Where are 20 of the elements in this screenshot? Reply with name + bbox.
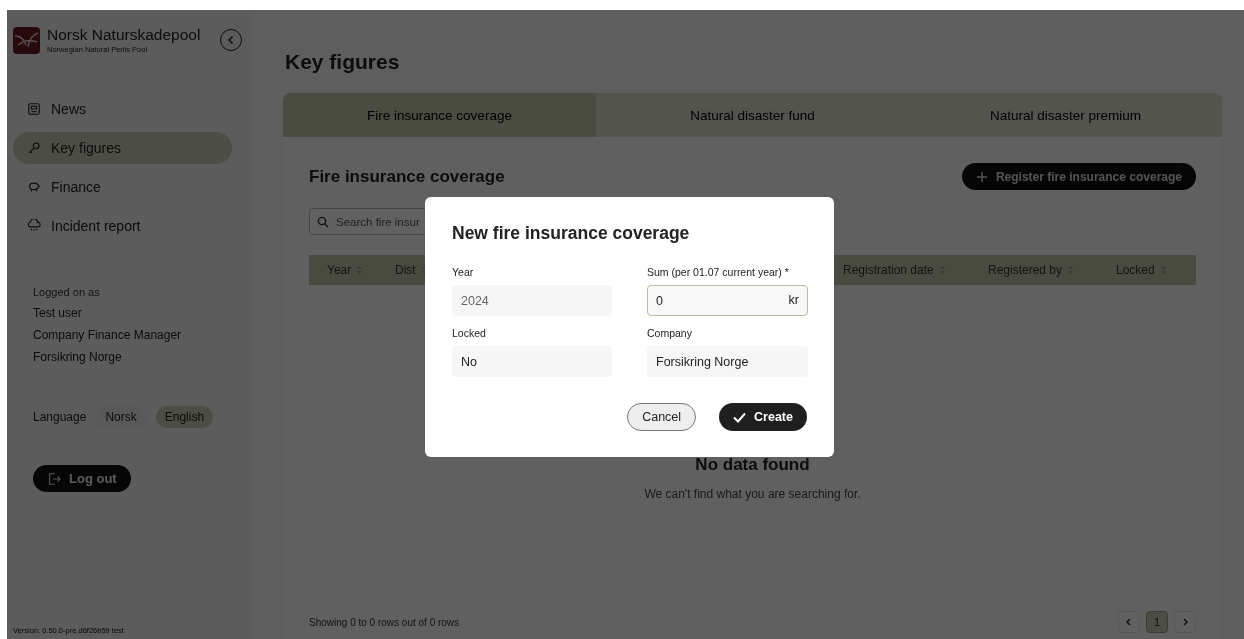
- readonly-field: Forsikring Norge: [647, 346, 808, 377]
- readonly-field: 2024: [452, 285, 612, 316]
- section-title: Fire insurance coverage: [309, 166, 505, 187]
- modal-title: New fire insurance coverage: [452, 223, 691, 244]
- field-label: Locked: [452, 327, 487, 339]
- language-label: Language: [33, 410, 87, 424]
- page-title: Key figures: [285, 50, 401, 74]
- user-name: Test user: [33, 306, 83, 320]
- user-role: Company Finance Manager: [33, 328, 183, 342]
- brand-name: Norsk Naturskadepool: [47, 26, 201, 44]
- field-label: Year: [452, 266, 475, 278]
- empty-message: We can't find what you are searching for.: [644, 487, 861, 501]
- user-company: Forsikring Norge: [33, 350, 123, 364]
- readonly-field: No: [452, 346, 612, 377]
- empty-title: No data found: [695, 455, 810, 475]
- rows-summary: Showing 0 to 0 rows out of 0 rows: [309, 616, 460, 628]
- field-label: Sum (per 01.07 current year) *: [647, 266, 790, 278]
- currency-suffix: kr: [788, 293, 799, 307]
- logged-on-label: Logged on as: [33, 286, 101, 298]
- field-label: Company: [647, 327, 693, 339]
